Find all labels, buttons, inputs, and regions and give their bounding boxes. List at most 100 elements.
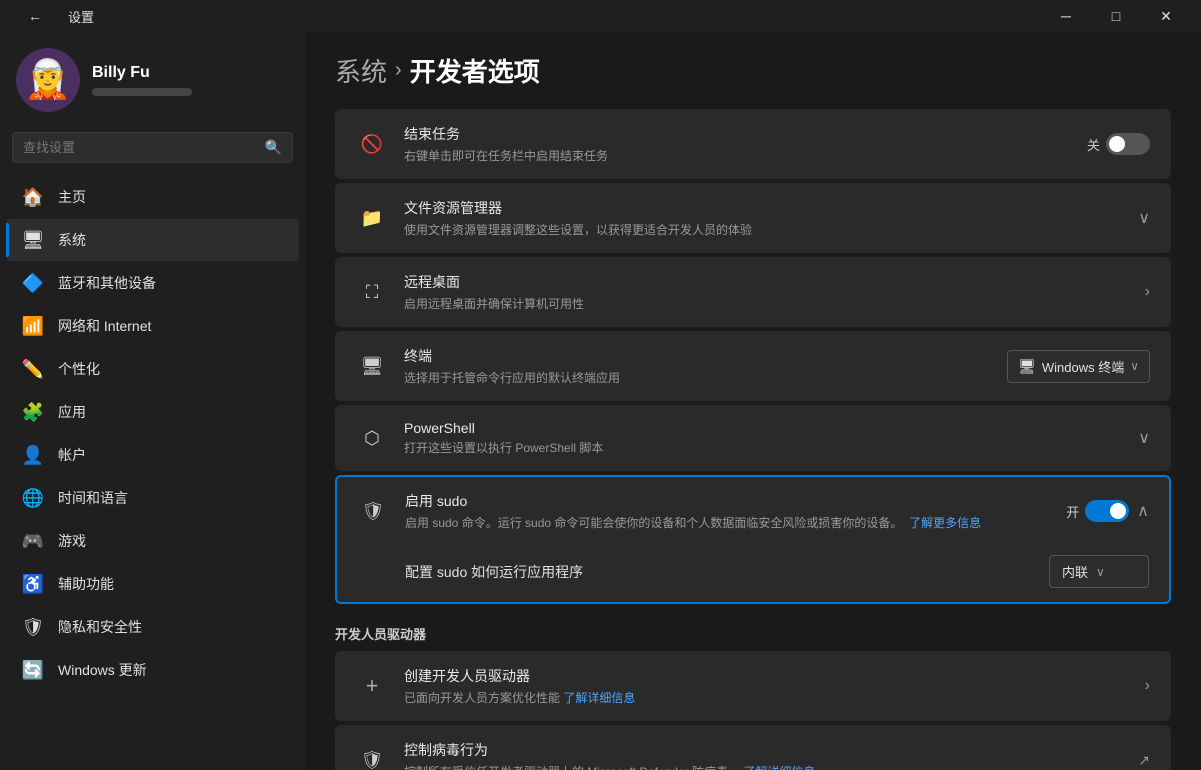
setting-desc-end-task: 右键单击即可在任务栏中启用结束任务 <box>404 147 1087 164</box>
setting-title-remote-desktop: 远程桌面 <box>404 272 1145 292</box>
setting-title-terminal: 终端 <box>404 346 1007 366</box>
sidebar-item-system[interactable]: 🖥 系统 <box>6 219 299 261</box>
sidebar-item-update[interactable]: 🔄 Windows 更新 <box>6 649 299 691</box>
nav-icon-privacy: 🛡 <box>22 616 44 638</box>
setting-desc-remote-desktop: 启用远程桌面并确保计算机可用性 <box>404 295 1145 312</box>
driver-desc-create-driver: 已面向开发人员方案优化性能 了解详细信息 <box>404 689 1145 706</box>
nav-list: 🏠 主页 🖥 系统 🔷 蓝牙和其他设备 📶 网络和 Internet ✏️ 个性… <box>0 175 305 692</box>
sidebar-item-apps[interactable]: 🧩 应用 <box>6 391 299 433</box>
driver-desc-antivirus: 控制所有受信任开发者驱动器上的 Microsoft Defender 防病毒。 … <box>404 763 1138 770</box>
sidebar-item-privacy[interactable]: 🛡 隐私和安全性 <box>6 606 299 648</box>
setting-item-powershell[interactable]: ⬡ PowerShell 打开这些设置以执行 PowerShell 脚本 ∨ <box>335 405 1171 471</box>
setting-text-end-task: 结束任务 右键单击即可在任务栏中启用结束任务 <box>404 124 1087 164</box>
nav-label-accounts: 帐户 <box>58 445 86 465</box>
setting-control-terminal: 🖥 Windows 终端 ∨ <box>1007 350 1150 383</box>
setting-icon-file-explorer: 📁 <box>356 202 388 234</box>
driver-link-antivirus[interactable]: 了解详细信息 <box>743 765 815 770</box>
sidebar-item-bluetooth[interactable]: 🔷 蓝牙和其他设备 <box>6 262 299 304</box>
nav-label-personalize: 个性化 <box>58 359 100 379</box>
sudo-learn-more-link[interactable]: 了解更多信息 <box>909 516 981 530</box>
dev-driver-item-antivirus[interactable]: 🛡 控制病毒行为 控制所有受信任开发者驱动器上的 Microsoft Defen… <box>335 725 1171 770</box>
nav-label-bluetooth: 蓝牙和其他设备 <box>58 273 156 293</box>
search-box[interactable]: 🔍 <box>12 132 293 163</box>
user-info: Billy Fu <box>92 64 192 96</box>
user-profile[interactable]: 🧝 Billy Fu <box>0 32 305 124</box>
sudo-main-row[interactable]: 🛡 启用 sudo 启用 sudo 命令。运行 sudo 命令可能会使你的设备和… <box>337 477 1169 545</box>
setting-title-end-task: 结束任务 <box>404 124 1087 144</box>
sidebar-item-accessibility[interactable]: ♿ 辅助功能 <box>6 563 299 605</box>
driver-text-antivirus: 控制病毒行为 控制所有受信任开发者驱动器上的 Microsoft Defende… <box>404 740 1138 770</box>
driver-title-antivirus: 控制病毒行为 <box>404 740 1138 760</box>
nav-label-time: 时间和语言 <box>58 488 128 508</box>
sidebar-item-network[interactable]: 📶 网络和 Internet <box>6 305 299 347</box>
sidebar-item-personalize[interactable]: ✏️ 个性化 <box>6 348 299 390</box>
chevron-down-powershell: ∨ <box>1138 428 1150 448</box>
close-button[interactable]: ✕ <box>1143 0 1189 32</box>
nav-label-apps: 应用 <box>58 402 86 422</box>
user-name: Billy Fu <box>92 64 192 82</box>
setting-text-terminal: 终端 选择用于托管命令行应用的默认终端应用 <box>404 346 1007 386</box>
setting-desc-file-explorer: 使用文件资源管理器调整这些设置，以获得更适合开发人员的体验 <box>404 221 1138 238</box>
setting-item-terminal[interactable]: 🖥 终端 选择用于托管命令行应用的默认终端应用 🖥 Windows 终端 ∨ <box>335 331 1171 401</box>
setting-item-end-task[interactable]: 🚫 结束任务 右键单击即可在任务栏中启用结束任务 关 <box>335 109 1171 179</box>
nav-icon-system: 🖥 <box>22 229 44 251</box>
sudo-toggle-container: 开 <box>1066 500 1129 522</box>
terminal-dropdown-arrow: ∨ <box>1130 359 1139 373</box>
breadcrumb-parent: 系统 <box>335 52 387 89</box>
terminal-icon-terminal: 🖥 <box>1018 358 1036 375</box>
driver-text-create-driver: 创建开发人员驱动器 已面向开发人员方案优化性能 了解详细信息 <box>404 666 1145 706</box>
main-layout: 🧝 Billy Fu 🔍 🏠 主页 🖥 系统 🔷 蓝牙和其他设备 📶 网络和 I… <box>0 32 1201 770</box>
driver-link-create-driver[interactable]: 了解详细信息 <box>563 691 635 705</box>
nav-label-system: 系统 <box>58 230 86 250</box>
breadcrumb: 系统 › 开发者选项 <box>335 52 1171 89</box>
avatar: 🧝 <box>16 48 80 112</box>
setting-control-powershell: ∨ <box>1138 428 1150 448</box>
titlebar-controls: ─ □ ✕ <box>1043 0 1189 32</box>
driver-control-create-driver: › <box>1145 677 1150 695</box>
content-area: 系统 › 开发者选项 🚫 结束任务 右键单击即可在任务栏中启用结束任务 关 📁 … <box>305 32 1201 770</box>
titlebar: ← 设置 ─ □ ✕ <box>0 0 1201 32</box>
terminal-label-terminal: Windows 终端 <box>1042 357 1124 376</box>
sidebar-item-accounts[interactable]: 👤 帐户 <box>6 434 299 476</box>
sidebar-item-home[interactable]: 🏠 主页 <box>6 176 299 218</box>
sidebar: 🧝 Billy Fu 🔍 🏠 主页 🖥 系统 🔷 蓝牙和其他设备 📶 网络和 I… <box>0 32 305 770</box>
setting-title-powershell: PowerShell <box>404 420 1138 436</box>
driver-title-create-driver: 创建开发人员驱动器 <box>404 666 1145 686</box>
setting-item-file-explorer[interactable]: 📁 文件资源管理器 使用文件资源管理器调整这些设置，以获得更适合开发人员的体验 … <box>335 183 1171 253</box>
nav-icon-games: 🎮 <box>22 530 44 552</box>
breadcrumb-separator: › <box>395 59 402 82</box>
nav-icon-home: 🏠 <box>22 186 44 208</box>
nav-icon-time: 🌐 <box>22 487 44 509</box>
dev-driver-item-create-driver[interactable]: + 创建开发人员驱动器 已面向开发人员方案优化性能 了解详细信息 › <box>335 651 1171 721</box>
sidebar-item-time[interactable]: 🌐 时间和语言 <box>6 477 299 519</box>
terminal-select-terminal[interactable]: 🖥 Windows 终端 ∨ <box>1007 350 1150 383</box>
nav-label-update: Windows 更新 <box>58 660 147 680</box>
sudo-chevron-up: ∧ <box>1137 501 1149 521</box>
nav-label-network: 网络和 Internet <box>58 316 151 336</box>
nav-icon-apps: 🧩 <box>22 401 44 423</box>
minimize-button[interactable]: ─ <box>1043 0 1089 32</box>
nav-icon-accessibility: ♿ <box>22 573 44 595</box>
setting-item-remote-desktop[interactable]: ⛶ 远程桌面 启用远程桌面并确保计算机可用性 › <box>335 257 1171 327</box>
settings-list: 🚫 结束任务 右键单击即可在任务栏中启用结束任务 关 📁 文件资源管理器 使用文… <box>335 109 1171 471</box>
back-button[interactable]: ← <box>12 0 58 32</box>
sudo-control: 开 ∧ <box>1066 500 1149 522</box>
sudo-sub-label: 配置 sudo 如何运行应用程序 <box>405 562 583 582</box>
chevron-down-file-explorer: ∨ <box>1138 208 1150 228</box>
sidebar-item-games[interactable]: 🎮 游戏 <box>6 520 299 562</box>
ext-link-icon-antivirus: ↗ <box>1138 752 1150 769</box>
sudo-section[interactable]: 🛡 启用 sudo 启用 sudo 命令。运行 sudo 命令可能会使你的设备和… <box>335 475 1171 604</box>
setting-text-file-explorer: 文件资源管理器 使用文件资源管理器调整这些设置，以获得更适合开发人员的体验 <box>404 198 1138 238</box>
nav-icon-update: 🔄 <box>22 659 44 681</box>
search-input[interactable] <box>23 140 257 155</box>
toggle-end-task[interactable] <box>1106 133 1150 155</box>
maximize-button[interactable]: □ <box>1093 0 1139 32</box>
sudo-toggle-label: 开 <box>1066 502 1079 521</box>
nav-icon-network: 📶 <box>22 315 44 337</box>
setting-text-powershell: PowerShell 打开这些设置以执行 PowerShell 脚本 <box>404 420 1138 456</box>
sudo-toggle[interactable] <box>1085 500 1129 522</box>
setting-text-remote-desktop: 远程桌面 启用远程桌面并确保计算机可用性 <box>404 272 1145 312</box>
setting-icon-end-task: 🚫 <box>356 128 388 160</box>
toggle-container-end-task: 关 <box>1087 133 1150 155</box>
sudo-dropdown[interactable]: 内联 ∨ <box>1049 555 1149 588</box>
